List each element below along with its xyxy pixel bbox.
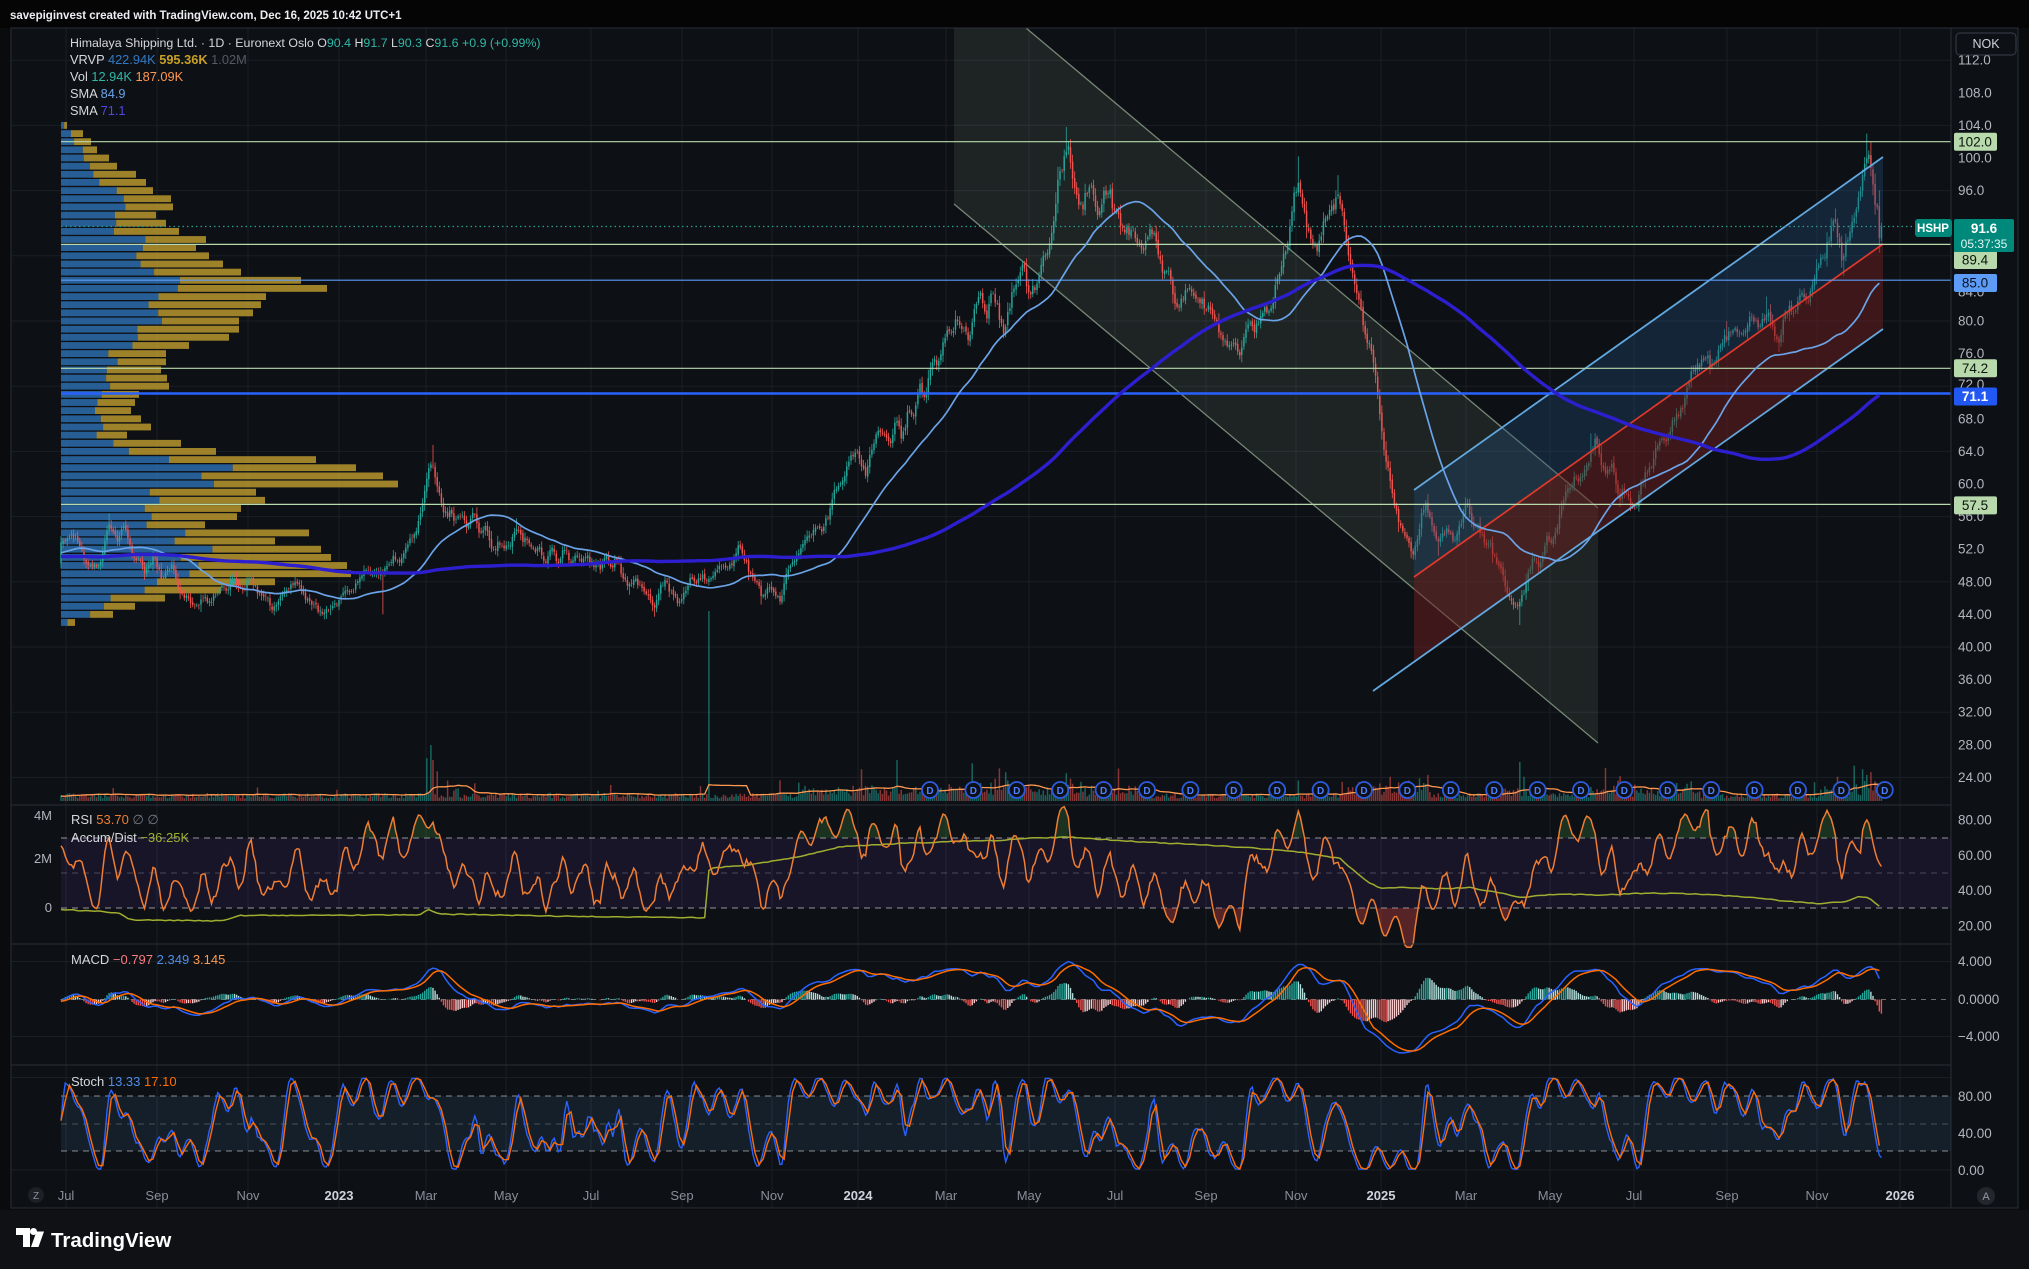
svg-text:May: May (1017, 1188, 1042, 1203)
svg-text:Vol 12.94K 187.09K: Vol 12.94K 187.09K (70, 69, 184, 84)
svg-text:D: D (1664, 786, 1671, 797)
svg-text:D: D (1360, 786, 1367, 797)
svg-text:Sep: Sep (145, 1188, 168, 1203)
svg-text:Nov: Nov (1805, 1188, 1829, 1203)
svg-text:D: D (1838, 786, 1845, 797)
svg-text:32.00: 32.00 (1958, 705, 1992, 720)
svg-text:60.0: 60.0 (1958, 477, 1984, 492)
svg-text:4M: 4M (34, 808, 52, 823)
svg-text:57.5: 57.5 (1962, 498, 1988, 513)
svg-text:Himalaya Shipping Ltd. · 1D ·: Himalaya Shipping Ltd. · 1D · Euronext O… (70, 36, 541, 50)
svg-text:96.0: 96.0 (1958, 183, 1984, 198)
svg-text:44.00: 44.00 (1958, 607, 1992, 622)
svg-text:TradingView: TradingView (51, 1229, 171, 1252)
svg-text:D: D (970, 786, 977, 797)
svg-text:MACD −0.797 2.349 3.145: MACD −0.797 2.349 3.145 (71, 952, 225, 967)
svg-text:SMA 71.1: SMA 71.1 (70, 103, 126, 118)
svg-text:D: D (1187, 786, 1194, 797)
svg-text:2M: 2M (34, 851, 52, 866)
svg-text:0.0000: 0.0000 (1958, 992, 1999, 1007)
svg-text:2026: 2026 (1886, 1188, 1915, 1203)
svg-text:71.1: 71.1 (1962, 389, 1989, 404)
svg-text:Nov: Nov (1284, 1188, 1308, 1203)
svg-text:SMA 84.9: SMA 84.9 (70, 86, 126, 101)
svg-text:2025: 2025 (1367, 1188, 1396, 1203)
svg-text:Stoch 13.33 17.10: Stoch 13.33 17.10 (71, 1074, 177, 1089)
svg-text:Mar: Mar (935, 1188, 958, 1203)
svg-text:Accum/Dist −36.25K: Accum/Dist −36.25K (71, 830, 189, 845)
svg-text:20.00: 20.00 (1958, 919, 1992, 934)
svg-text:4.000: 4.000 (1958, 954, 1992, 969)
svg-text:100.0: 100.0 (1958, 151, 1992, 166)
svg-text:05:37:35: 05:37:35 (1961, 237, 2008, 251)
svg-text:68.0: 68.0 (1958, 411, 1984, 426)
svg-text:D: D (1621, 786, 1628, 797)
svg-text:HSHP: HSHP (1917, 223, 1949, 235)
svg-text:D: D (1100, 786, 1107, 797)
svg-text:Sep: Sep (1715, 1188, 1738, 1203)
svg-text:24.00: 24.00 (1958, 770, 1992, 785)
svg-text:D: D (1013, 786, 1020, 797)
svg-text:91.6: 91.6 (1971, 221, 1998, 236)
svg-text:D: D (1274, 786, 1281, 797)
svg-text:D: D (1577, 786, 1584, 797)
svg-text:D: D (1534, 786, 1541, 797)
svg-text:D: D (1057, 786, 1064, 797)
svg-text:76.0: 76.0 (1958, 346, 1984, 361)
svg-text:Nov: Nov (236, 1188, 260, 1203)
svg-text:D: D (1881, 786, 1888, 797)
svg-text:40.00: 40.00 (1958, 883, 1992, 898)
svg-text:Jul: Jul (1626, 1188, 1643, 1203)
svg-text:D: D (1317, 786, 1324, 797)
svg-text:D: D (1794, 786, 1801, 797)
svg-text:Mar: Mar (1455, 1188, 1478, 1203)
svg-text:VRVP 422.94K 595.36K 1.02M: VRVP 422.94K 595.36K 1.02M (70, 52, 247, 67)
svg-text:Z: Z (33, 1191, 39, 1202)
svg-text:60.00: 60.00 (1958, 848, 1992, 863)
svg-text:0: 0 (45, 900, 52, 915)
svg-text:Jul: Jul (1107, 1188, 1124, 1203)
svg-text:Jul: Jul (58, 1188, 75, 1203)
svg-text:D: D (1230, 786, 1237, 797)
svg-text:Sep: Sep (1194, 1188, 1217, 1203)
svg-text:85.0: 85.0 (1962, 276, 1988, 291)
svg-text:80.00: 80.00 (1958, 813, 1992, 828)
svg-text:May: May (1538, 1188, 1563, 1203)
svg-text:102.0: 102.0 (1958, 134, 1992, 149)
svg-text:108.0: 108.0 (1958, 85, 1992, 100)
svg-text:Mar: Mar (415, 1188, 438, 1203)
svg-text:May: May (494, 1188, 519, 1203)
svg-text:80.00: 80.00 (1958, 1089, 1992, 1104)
svg-text:28.00: 28.00 (1958, 737, 1992, 752)
svg-text:A: A (1982, 1191, 1990, 1203)
svg-text:RSI 53.70 ∅ ∅: RSI 53.70 ∅ ∅ (71, 812, 159, 827)
svg-text:−4.000: −4.000 (1958, 1029, 2000, 1044)
svg-text:D: D (926, 786, 933, 797)
svg-text:D: D (1143, 786, 1150, 797)
svg-text:D: D (1491, 786, 1498, 797)
svg-text:104.0: 104.0 (1958, 118, 1992, 133)
svg-text:D: D (1404, 786, 1411, 797)
svg-text:40.00: 40.00 (1958, 1126, 1992, 1141)
svg-text:0.00: 0.00 (1958, 1163, 1984, 1178)
svg-text:savepiginvest created with Tra: savepiginvest created with TradingView.c… (10, 10, 402, 22)
svg-text:Sep: Sep (670, 1188, 693, 1203)
svg-text:D: D (1751, 786, 1758, 797)
svg-text:74.2: 74.2 (1962, 361, 1988, 376)
svg-text:2023: 2023 (325, 1188, 354, 1203)
svg-text:80.0: 80.0 (1958, 314, 1984, 329)
svg-text:40.00: 40.00 (1958, 640, 1992, 655)
svg-text:D: D (1447, 786, 1454, 797)
svg-text:Jul: Jul (583, 1188, 600, 1203)
svg-text:48.00: 48.00 (1958, 574, 1992, 589)
svg-text:36.00: 36.00 (1958, 672, 1992, 687)
svg-text:89.4: 89.4 (1962, 253, 1989, 268)
svg-text:52.0: 52.0 (1958, 542, 1984, 557)
svg-text:D: D (1708, 786, 1715, 797)
svg-text:2024: 2024 (844, 1188, 874, 1203)
svg-text:NOK: NOK (1972, 37, 2000, 51)
svg-text:64.0: 64.0 (1958, 444, 1984, 459)
svg-text:Nov: Nov (760, 1188, 784, 1203)
